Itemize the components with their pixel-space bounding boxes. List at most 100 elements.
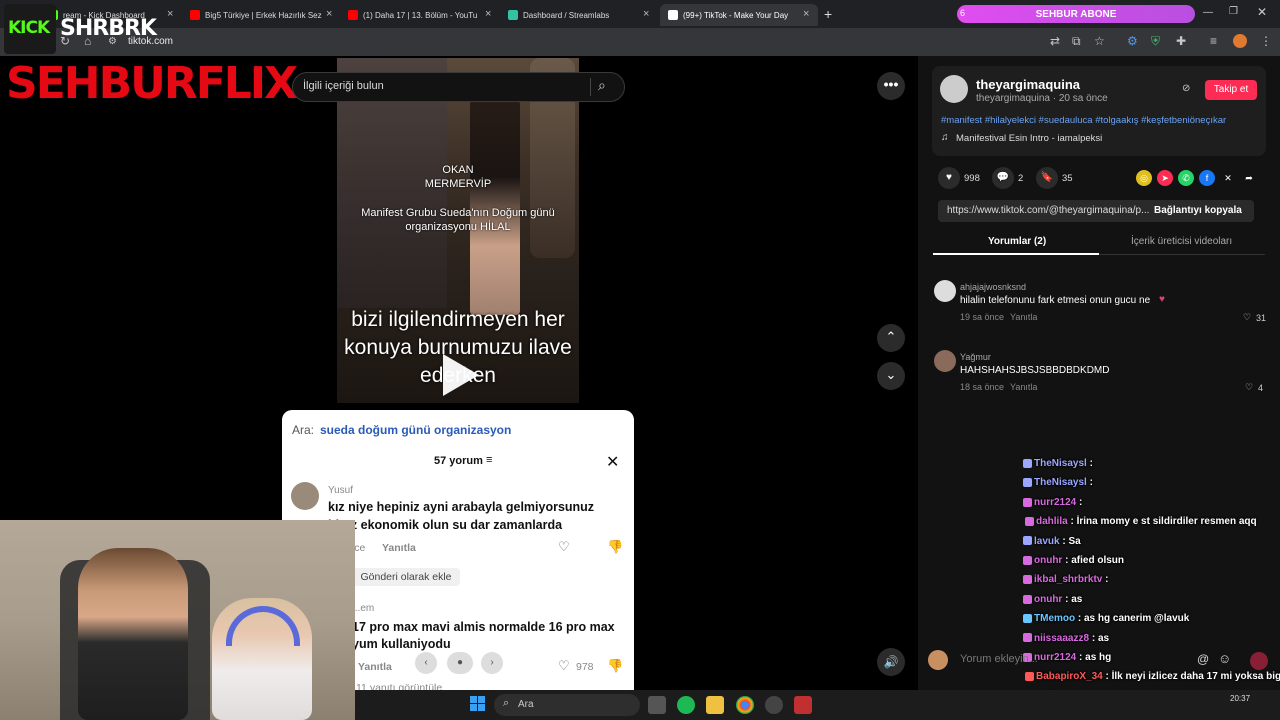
tab-comments[interactable]: Yorumlar (2) [988,236,1046,247]
media-prev-button[interactable]: ‹ [415,652,437,674]
more-options-button[interactable]: ••• [877,72,905,100]
task-view-icon[interactable] [648,696,666,714]
close-icon[interactable]: ✕ [606,452,619,472]
emoji-icon[interactable]: ☺ [1218,651,1231,666]
close-window-icon[interactable]: ✕ [1257,5,1267,19]
chat-separator: : [1086,477,1093,489]
chat-username[interactable]: TheNisaysl [1034,477,1087,488]
chat-username[interactable]: lavuk [1034,536,1060,547]
next-video-button[interactable]: ⌄ [877,362,905,390]
dislike-icon[interactable]: 👎 [607,658,623,674]
minimize-icon[interactable]: — [1203,7,1213,18]
chat-username[interactable]: nurr2124 [1034,497,1076,508]
reply-button[interactable]: Yanıtla [358,661,392,673]
comment-icon[interactable]: 💬 [992,167,1014,189]
close-tab-icon[interactable]: × [803,8,809,20]
comment-author[interactable]: Yusuf [328,485,353,496]
chat-username[interactable]: TheNisaysl [1034,458,1087,469]
volume-icon[interactable]: 🔊 [877,648,905,676]
share-icon[interactable]: ➦ [1241,170,1257,186]
search-icon[interactable]: ⌕ [598,77,606,94]
chat-separator: : [1086,458,1093,469]
send-icon[interactable]: ➤ [1157,170,1173,186]
tab-youtube-daha17[interactable]: (1) Daha 17 | 13. Bölüm - YouTu [340,4,498,26]
reply-button[interactable]: Yanıtla [1010,312,1037,322]
copy-link-button[interactable]: Bağlantıyı kopyala [1154,205,1242,216]
close-tab-icon[interactable]: × [326,8,332,20]
chat-message: dahlila : İrina momy e st sildirdiler re… [1025,516,1257,527]
card-search-query[interactable]: sueda doğum günü organizasyon [320,423,511,437]
hashtags[interactable]: #manifest #hilalyelekci #suedauluca #tol… [941,115,1226,126]
chat-username[interactable]: niissaaazz8 [1034,633,1089,644]
comment-author[interactable]: ...em [352,603,374,614]
avatar[interactable] [291,482,319,510]
media-next-button[interactable]: › [481,652,503,674]
bookmark-star-icon[interactable]: ☆ [1094,34,1105,48]
tab-streamlabs[interactable]: Dashboard / Streamlabs [500,4,658,26]
like-icon[interactable]: ♥ [938,167,960,189]
add-as-post-button[interactable]: Gönderi olarak ekle [352,568,460,586]
like-count: 31 [1256,313,1267,323]
reply-button[interactable]: Yanıtla [1010,382,1037,392]
close-tab-icon[interactable]: × [643,8,649,20]
chat-username[interactable]: onuhr [1034,594,1062,605]
music-title[interactable]: Manifestival Esin Intro - iamalpeksi [956,133,1102,144]
comment-author[interactable]: ahjajajwosnksnd [960,282,1026,292]
bookmark-icon[interactable]: 🔖 [1036,167,1058,189]
obs-icon[interactable] [765,696,783,714]
shield-icon[interactable]: ⛨ [1151,34,1160,49]
close-tab-icon[interactable]: × [167,8,173,20]
profile-avatar[interactable] [1233,34,1247,48]
heart-icon[interactable]: ♡ [558,539,570,555]
whatsapp-icon[interactable]: ✆ [1178,170,1194,186]
facebook-icon[interactable]: f [1199,170,1215,186]
new-tab-button[interactable]: + [824,6,832,22]
restore-icon[interactable]: ❐ [1229,6,1238,17]
comment-author[interactable]: Yağmur [960,352,991,362]
menu-icon[interactable]: ⋮ [1260,34,1272,48]
chat-username[interactable]: dahlila [1036,516,1068,527]
avatar[interactable] [934,280,956,302]
dislike-icon[interactable]: 👎 [607,539,623,555]
chat-username[interactable]: ikbal_shrbrktv [1034,574,1102,585]
mention-icon[interactable]: @ [1197,652,1209,666]
file-explorer-icon[interactable] [706,696,724,714]
chat-message: TheNisaysl : [1023,477,1093,488]
translate-icon[interactable]: ⇄ [1050,34,1060,48]
follow-button[interactable]: Takip et [1205,80,1257,100]
tab-label: Big5 Türkiye | Erkek Hazırlık Sez [205,10,322,20]
reading-list-icon[interactable]: ≡ [1210,34,1217,48]
avatar[interactable] [934,350,956,372]
post-comment-button[interactable] [1250,652,1268,670]
install-icon[interactable]: ⧉ [1072,34,1081,49]
play-icon[interactable] [443,354,479,396]
extensions-puzzle-icon[interactable]: ✚ [1176,34,1186,48]
streamer-name: SHRBRK [60,16,157,41]
tab-tiktok[interactable]: (99+) TikTok - Make Your Day [660,4,818,26]
taskbar-search[interactable] [494,694,640,716]
reply-button[interactable]: Yanıtla [382,542,416,554]
heart-icon[interactable]: ♡ [558,658,570,674]
x-icon[interactable]: ✕ [1220,170,1236,186]
windows-start-icon[interactable] [470,696,486,712]
heart-icon[interactable]: ♡ [1245,382,1253,393]
media-play-button[interactable]: ● [447,652,473,674]
extension-icon[interactable]: ⚙ [1127,34,1138,48]
chrome-icon[interactable] [736,696,754,714]
heart-icon[interactable]: ♡ [1243,312,1251,323]
chat-text: İrina momy e st sildirdiler resmen aqq [1076,516,1257,528]
tab-creator-videos[interactable]: İçerik üreticisi videoları [1131,236,1232,247]
link-icon[interactable]: ⊘ [1182,83,1190,94]
tab-big5[interactable]: Big5 Türkiye | Erkek Hazırlık Sez [182,4,338,26]
comment-input[interactable]: Yorum ekleyin... [960,653,1220,675]
previous-video-button[interactable]: ⌃ [877,324,905,352]
chat-username[interactable]: onuhr [1034,555,1062,566]
close-tab-icon[interactable]: × [485,8,491,20]
embed-icon[interactable]: ◎ [1136,170,1152,186]
chat-username[interactable]: TMemoo [1034,613,1075,624]
author-avatar[interactable] [940,75,968,103]
author-name[interactable]: theyargimaquina [976,77,1080,92]
spotify-icon[interactable] [677,696,695,714]
app-icon[interactable] [794,696,812,714]
filter-icon[interactable]: ≡ [486,454,492,466]
